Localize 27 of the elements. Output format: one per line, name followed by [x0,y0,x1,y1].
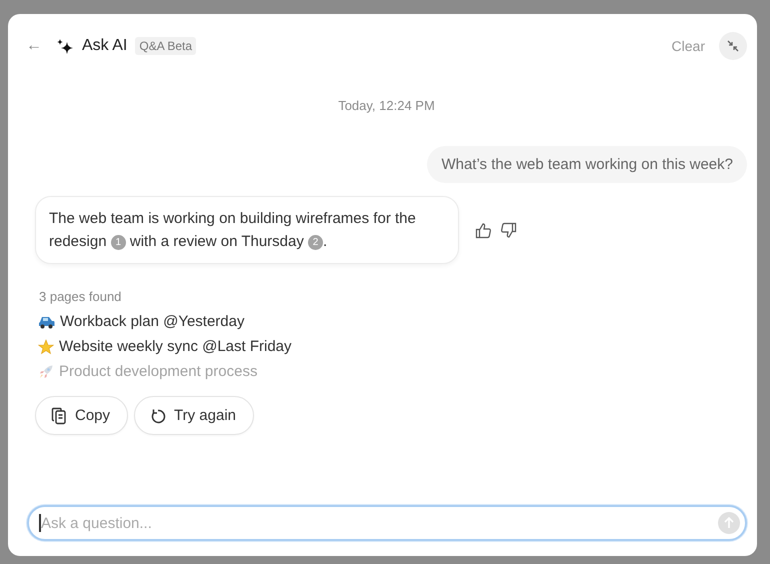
citation-badge[interactable]: 1 [110,235,126,250]
user-message: What’s the web team working on this week? [427,146,747,183]
rocket-icon [38,364,54,380]
beta-badge: Q&A Beta [135,37,196,55]
copy-icon [51,406,67,424]
retry-icon [150,408,166,424]
back-button[interactable]: ← [26,37,42,55]
ai-answer: The web team is working on building wireframes for the redesign 1 with a review on Thursday 2 . [35,196,459,264]
minimize-button[interactable] [719,32,747,60]
timestamp: Today, 12:24 PM [338,98,435,113]
thumbs-down-icon[interactable] [500,222,517,238]
sparkle-icon [56,38,74,54]
pages-found-label: 3 pages found [39,289,122,304]
car-icon [38,314,55,328]
thumbs-up-icon[interactable] [475,222,492,238]
collapse-icon [727,40,739,52]
try-again-button[interactable]: Try again [134,396,254,435]
star-icon [38,338,54,354]
citation-badge[interactable]: 2 [308,235,324,250]
page-link[interactable]: Workback plan @Yesterday [60,313,244,330]
panel-title: Ask AI [82,37,128,55]
page-link[interactable]: Product development process [59,363,258,380]
clear-button[interactable]: Clear [672,38,705,54]
question-field[interactable]: Ask a question... [27,505,747,541]
arrow-up-icon [724,517,734,529]
page-link[interactable]: Website weekly sync @Last Friday [59,338,292,355]
copy-button[interactable]: Copy [35,396,128,435]
